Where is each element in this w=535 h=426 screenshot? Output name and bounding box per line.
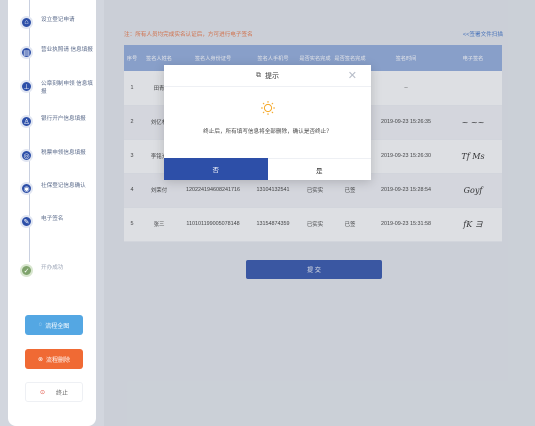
step-item[interactable]: ♙ 银行开户信息填报 — [20, 115, 96, 128]
pen-icon: ✎ — [20, 215, 33, 228]
step-item[interactable]: ✓ 开办成功 — [20, 264, 96, 277]
step-item[interactable]: ▤ 营业执照请 信息填报 — [20, 46, 96, 59]
cancel-button[interactable]: 否 — [164, 158, 268, 180]
delete-icon: ⊗ — [37, 356, 43, 363]
confirm-dialog: ⧉ 提示 ✕ 终止后，所有填写信息将全部删除，确认是否终止？ 否 是 — [164, 65, 371, 180]
sidebar: ⌂ 设立登记申请 ▤ 营业执照请 信息填报 ⊥ 公章刻制申领 信息填报 ♙ 银行开户信息填报 ◎… — [8, 0, 96, 426]
full-flow-label: 流程全图 — [45, 323, 70, 330]
step-label: 设立登记申请 — [41, 17, 75, 23]
close-icon[interactable]: ✕ — [348, 69, 357, 82]
stop-icon: ⊙ — [39, 389, 45, 396]
step-label: 电子签名 — [41, 216, 64, 222]
dialog-header: ⧉ 提示 ✕ — [164, 65, 371, 87]
step-item[interactable]: ◉ 社保登记信息确认 — [20, 182, 96, 195]
tax-icon: ◎ — [20, 149, 33, 162]
stop-label: 终止 — [56, 390, 69, 397]
user-icon: ♙ — [20, 115, 33, 128]
step-label: 社保登记信息确认 — [41, 183, 86, 189]
dialog-buttons: 否 是 — [164, 158, 371, 180]
social-security-icon: ◉ — [20, 182, 33, 195]
full-flow-button[interactable]: ◌ 流程全图 — [25, 315, 83, 335]
delete-flow-label: 流程删除 — [46, 357, 71, 364]
step-label: 银行开户信息填报 — [41, 116, 86, 122]
dialog-title: 提示 — [265, 72, 279, 80]
step-label: 营业执照请 信息填报 — [41, 47, 93, 53]
dialog-message: 终止后，所有填写信息将全部删除，确认是否终止？ — [203, 129, 332, 135]
lightbulb-icon — [261, 101, 275, 115]
step-label: 开办成功 — [41, 265, 64, 271]
stamp-icon: ⊥ — [20, 80, 33, 93]
step-label: 税票申领信息填报 — [41, 150, 86, 156]
delete-flow-button[interactable]: ⊗ 流程删除 — [25, 349, 83, 369]
step-item[interactable]: ⊥ 公章刻制申领 信息填报 — [20, 80, 96, 96]
license-icon: ▤ — [20, 46, 33, 59]
home-icon: ⌂ — [20, 16, 33, 29]
step-item[interactable]: ✎ 电子签名 — [20, 215, 96, 228]
confirm-button[interactable]: 是 — [267, 158, 371, 180]
stop-button[interactable]: ⊙ 终止 — [25, 382, 83, 402]
step-label: 公章刻制申领 信息填报 — [41, 81, 93, 95]
modal-overlay — [104, 0, 535, 426]
step-item[interactable]: ◎ 税票申领信息填报 — [20, 149, 96, 162]
flow-icon: ◌ — [38, 322, 43, 328]
step-item[interactable]: ⌂ 设立登记申请 — [20, 16, 96, 29]
info-icon: ⧉ — [256, 71, 261, 79]
check-icon: ✓ — [20, 264, 33, 277]
